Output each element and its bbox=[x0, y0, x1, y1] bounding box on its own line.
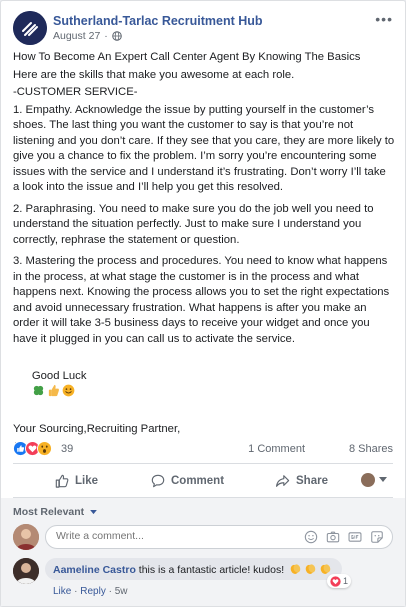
commenter-photo-icon bbox=[13, 558, 39, 584]
point-empathy: 1. Empathy. Acknowledge the issue by put… bbox=[13, 103, 398, 194]
like-button[interactable]: Like bbox=[55, 467, 98, 495]
clover-emoji-icon bbox=[33, 385, 43, 396]
current-user-avatar bbox=[13, 524, 39, 550]
clapping-hands-emoji-icon bbox=[320, 564, 331, 574]
comment-sort-label: Most Relevant bbox=[13, 506, 85, 518]
speech-bubble-icon bbox=[151, 474, 165, 488]
smile-emoji-icon bbox=[62, 384, 75, 397]
comment-text: this is a fantastic article! kudos! bbox=[138, 564, 285, 576]
share-label: Share bbox=[296, 475, 328, 487]
divider bbox=[13, 463, 393, 464]
post-title-line: How To Become An Expert Call Center Agen… bbox=[13, 51, 361, 63]
like-label: Like bbox=[75, 475, 99, 487]
point-mastering-process: 3. Mastering the process and procedures.… bbox=[13, 255, 393, 345]
comment-as-selector[interactable] bbox=[361, 473, 387, 487]
comment-bubble: Aameline Castro this is a fantastic arti… bbox=[45, 558, 343, 580]
post-intro-line: Here are the skills that make you awesom… bbox=[13, 68, 295, 81]
reaction-count[interactable]: 39 bbox=[61, 443, 73, 455]
comment-sort-dropdown[interactable]: Most Relevant bbox=[13, 506, 97, 518]
comment-like-link[interactable]: Like bbox=[53, 586, 71, 597]
comments-section: Most Relevant Write a comment... Aamelin… bbox=[1, 498, 405, 606]
point-paraphrasing: 2. Paraphrasing. You need to make sure y… bbox=[13, 202, 377, 246]
globe-icon bbox=[111, 31, 122, 41]
section-heading: -CUSTOMER SERVICE- bbox=[13, 86, 138, 98]
user-photo-icon bbox=[13, 524, 39, 550]
share-arrow-icon bbox=[275, 475, 290, 487]
comment-author-link[interactable]: Aameline Castro bbox=[53, 564, 136, 576]
share-button[interactable]: Share bbox=[275, 467, 328, 495]
comment-button[interactable]: Comment bbox=[151, 467, 224, 495]
comment-actions: Like · Reply · 5w bbox=[53, 586, 128, 597]
signoff-line-1: Your Sourcing,Recruiting Partner, bbox=[13, 423, 181, 435]
post-meta: August 27 · bbox=[53, 30, 122, 42]
comment-label: Comment bbox=[171, 475, 225, 487]
wow-reaction-icon bbox=[37, 441, 52, 456]
comment-reaction-count: 1 bbox=[343, 576, 349, 586]
shares-count-link[interactable]: 8 Shares bbox=[349, 443, 393, 455]
emoji-picker-icon[interactable] bbox=[304, 530, 318, 544]
post-card: Sutherland-Tarlac Recruitment Hub August… bbox=[0, 0, 406, 607]
good-luck-text: Good Luck bbox=[31, 369, 87, 382]
post-actions: Like Comment Share bbox=[13, 467, 393, 495]
clapping-hands-emoji-icon bbox=[290, 564, 301, 574]
composer-tools bbox=[304, 530, 384, 544]
commenter-avatar[interactable] bbox=[13, 558, 39, 584]
clapping-hands-emoji-icon bbox=[305, 564, 316, 574]
comment-reaction-badge[interactable]: 1 bbox=[327, 574, 352, 588]
page-avatar[interactable] bbox=[13, 11, 47, 45]
post-body: How To Become An Expert Call Center Agen… bbox=[13, 50, 395, 457]
user-mini-avatar bbox=[361, 473, 375, 487]
page-name-link[interactable]: Sutherland-Tarlac Recruitment Hub bbox=[53, 14, 263, 28]
reaction-icons[interactable] bbox=[13, 441, 52, 456]
thumbs-up-emoji-icon bbox=[48, 384, 59, 397]
comment-age[interactable]: 5w bbox=[115, 586, 128, 597]
comments-count-link[interactable]: 1 Comment bbox=[248, 443, 305, 455]
caret-down-icon bbox=[90, 510, 97, 515]
caret-down-icon bbox=[379, 477, 387, 482]
thumbs-up-icon bbox=[55, 474, 69, 488]
more-options-button[interactable]: ••• bbox=[375, 11, 393, 27]
love-reaction-icon bbox=[330, 575, 341, 587]
post-header: Sutherland-Tarlac Recruitment Hub August… bbox=[13, 11, 393, 45]
sticker-icon[interactable] bbox=[370, 530, 384, 544]
reactions-bar: 39 1 Comment 8 Shares bbox=[13, 441, 393, 459]
gif-icon[interactable] bbox=[348, 530, 362, 544]
good-luck-line: Good Luck bbox=[13, 353, 395, 416]
comment-input[interactable] bbox=[56, 530, 256, 542]
post-date[interactable]: August 27 bbox=[53, 30, 100, 42]
page-logo-icon bbox=[13, 11, 47, 45]
comment-composer[interactable] bbox=[45, 525, 393, 549]
camera-icon[interactable] bbox=[326, 530, 340, 544]
comment-reply-link[interactable]: Reply bbox=[80, 586, 106, 597]
